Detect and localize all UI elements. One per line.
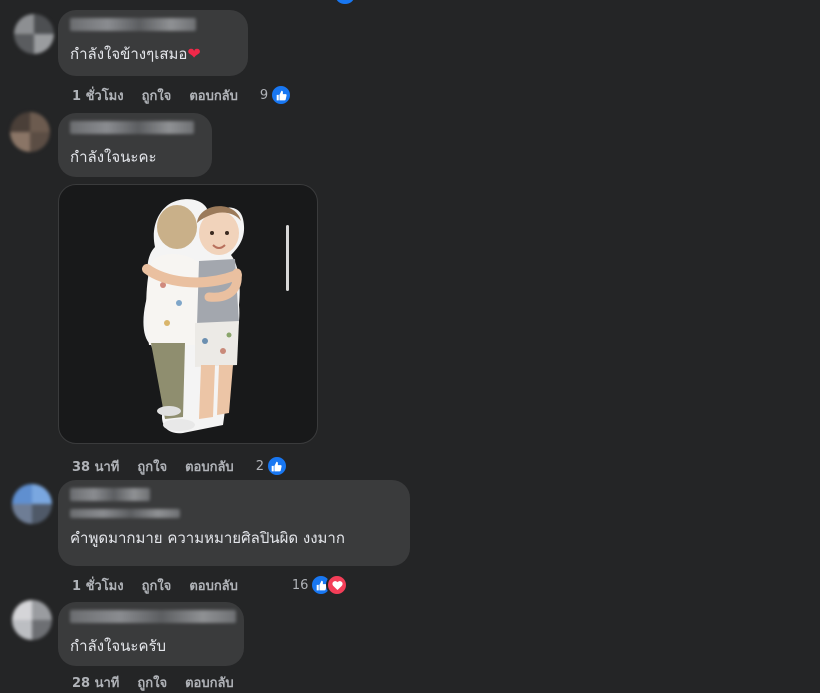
like-icon xyxy=(265,455,288,477)
comment-bubble: คำพูดมากมาย ความหมายศิลปินผิด งงมาก xyxy=(58,480,410,566)
comment-actions: 1 ชั่วโมง ถูกใจ ตอบกลับ 16 xyxy=(72,574,349,596)
comment-time[interactable]: 1 ชั่วโมง xyxy=(72,575,124,596)
reaction-count[interactable]: 9 xyxy=(260,88,268,103)
comment-text: คำพูดมากมาย ความหมายศิลปินผิด งงมาก xyxy=(70,529,345,547)
comment-bubble: กำลังใจข้างๆเสมอ❤ xyxy=(58,10,248,76)
author-name[interactable] xyxy=(70,488,150,501)
love-icon xyxy=(326,574,349,596)
comment-avatar[interactable] xyxy=(10,112,50,152)
sticker-attachment[interactable] xyxy=(58,184,318,444)
like-button[interactable]: ถูกใจ xyxy=(137,456,167,477)
like-button[interactable]: ถูกใจ xyxy=(142,85,172,106)
reaction-count[interactable]: 16 xyxy=(292,578,309,593)
author-name[interactable] xyxy=(70,18,196,31)
comment-avatar[interactable] xyxy=(14,14,54,54)
comment-text: กำลังใจนะคะ xyxy=(70,148,157,166)
author-name[interactable] xyxy=(70,121,194,134)
reaction-count[interactable]: 2 xyxy=(256,459,264,474)
partial-like-icon xyxy=(336,0,354,4)
comment-avatar[interactable] xyxy=(12,600,52,640)
comment-bubble: กำลังใจนะคะ xyxy=(58,113,212,177)
comment-time[interactable]: 28 นาที xyxy=(72,672,119,693)
like-button[interactable]: ถูกใจ xyxy=(137,672,167,693)
comment-time[interactable]: 1 ชั่วโมง xyxy=(72,85,124,106)
comment-avatar[interactable] xyxy=(12,484,52,524)
author-name[interactable] xyxy=(70,610,236,623)
comment-actions: 28 นาที ถูกใจ ตอบกลับ xyxy=(72,672,252,693)
like-icon xyxy=(270,84,293,106)
reply-button[interactable]: ตอบกลับ xyxy=(185,672,234,693)
author-subtitle xyxy=(70,509,180,518)
comment-actions: 38 นาที ถูกใจ ตอบกลับ 2 xyxy=(72,455,288,477)
comment-time[interactable]: 38 นาที xyxy=(72,456,119,477)
like-button[interactable]: ถูกใจ xyxy=(142,575,172,596)
comment-text: กำลังใจนะครับ xyxy=(70,637,167,655)
comment-text: กำลังใจข้างๆเสมอ❤ xyxy=(70,44,201,63)
reply-button[interactable]: ตอบกลับ xyxy=(189,85,238,106)
comment-actions: 1 ชั่วโมง ถูกใจ ตอบกลับ 9 xyxy=(72,84,293,106)
two-children-hugging-sticker xyxy=(142,199,245,434)
comment-bubble: กำลังใจนะครับ xyxy=(58,602,244,666)
sticker-line xyxy=(286,225,289,291)
heart-emoji-icon: ❤ xyxy=(187,44,201,63)
reply-button[interactable]: ตอบกลับ xyxy=(185,456,234,477)
reply-button[interactable]: ตอบกลับ xyxy=(189,575,238,596)
